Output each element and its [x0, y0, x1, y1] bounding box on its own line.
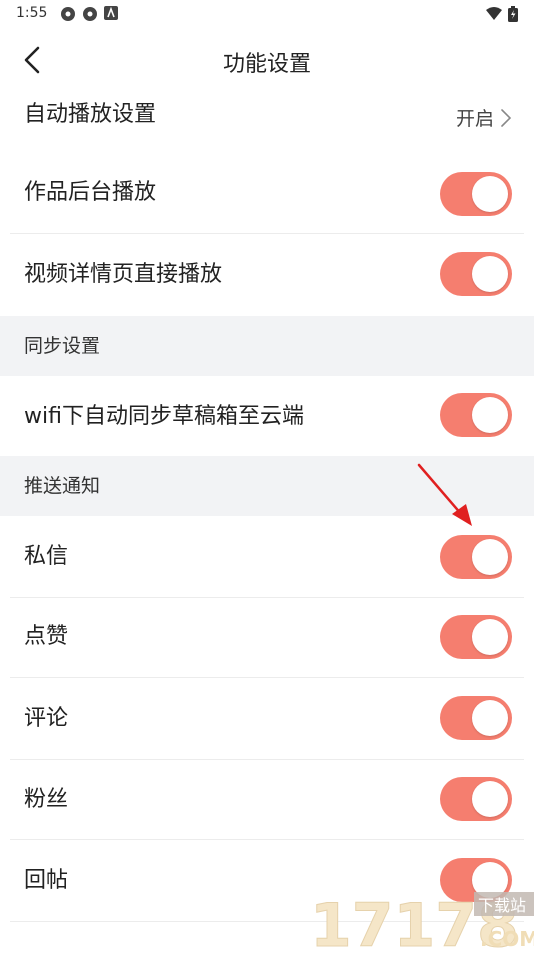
toggle-knob	[472, 176, 508, 212]
battery-icon	[508, 6, 518, 26]
watermark: 17178 下载站 .COM	[308, 888, 534, 954]
autoplay-value[interactable]: 开启	[456, 104, 512, 131]
text-icon	[104, 6, 118, 26]
background-play-toggle[interactable]	[440, 172, 512, 216]
wifi-icon	[486, 7, 502, 25]
section-sync: 同步设置	[0, 316, 534, 376]
row-fans: 粉丝	[0, 760, 534, 840]
row-label: 私信	[24, 544, 69, 569]
row-autoplay-settings[interactable]: 自动播放设置 开启	[0, 88, 534, 150]
comments-toggle[interactable]	[440, 696, 512, 740]
status-icons-left	[60, 6, 118, 26]
private-message-toggle[interactable]	[440, 535, 512, 579]
wifi-sync-toggle[interactable]	[440, 393, 512, 437]
section-title: 同步设置	[24, 335, 101, 357]
chevron-right-icon	[501, 108, 512, 127]
row-label: 点赞	[24, 624, 69, 649]
row-wifi-sync: wifi下自动同步草稿箱至云端	[0, 376, 534, 456]
status-icons-right	[486, 6, 518, 26]
section-push: 推送通知	[0, 456, 534, 516]
row-comments: 评论	[0, 678, 534, 760]
page-title: 功能设置	[222, 52, 311, 77]
toggle-knob	[472, 781, 508, 817]
row-label: 自动播放设置	[24, 102, 157, 127]
nav-bar: 功能设置	[0, 32, 534, 88]
toggle-knob	[472, 539, 508, 575]
settings-icon	[82, 6, 98, 26]
row-likes: 点赞	[0, 598, 534, 678]
autoplay-value-text: 开启	[455, 108, 494, 130]
row-label: 作品后台播放	[24, 180, 157, 205]
row-label: wifi下自动同步草稿箱至云端	[24, 404, 304, 429]
toggle-knob	[472, 700, 508, 736]
row-label: 粉丝	[24, 787, 69, 812]
likes-toggle[interactable]	[440, 615, 512, 659]
row-background-play: 作品后台播放	[0, 150, 534, 234]
watermark-badge: 下载站	[478, 896, 526, 915]
toggle-knob	[472, 397, 508, 433]
row-label: 评论	[24, 706, 69, 731]
toggle-knob	[472, 619, 508, 655]
fans-toggle[interactable]	[440, 777, 512, 821]
detail-direct-play-toggle[interactable]	[440, 252, 512, 296]
row-private-message: 私信	[0, 516, 534, 598]
watermark-domain: .COM	[480, 927, 534, 950]
section-title: 推送通知	[24, 475, 101, 497]
toggle-knob	[472, 256, 508, 292]
row-label: 视频详情页直接播放	[24, 262, 223, 287]
status-time: 1:55	[16, 5, 48, 21]
watermark-logo-icon: 17178 下载站 .COM	[310, 891, 534, 954]
status-bar: 1:55	[0, 0, 534, 28]
row-detail-direct-play: 视频详情页直接播放	[0, 234, 534, 316]
row-label: 回帖	[24, 868, 69, 893]
settings-icon	[60, 6, 76, 26]
